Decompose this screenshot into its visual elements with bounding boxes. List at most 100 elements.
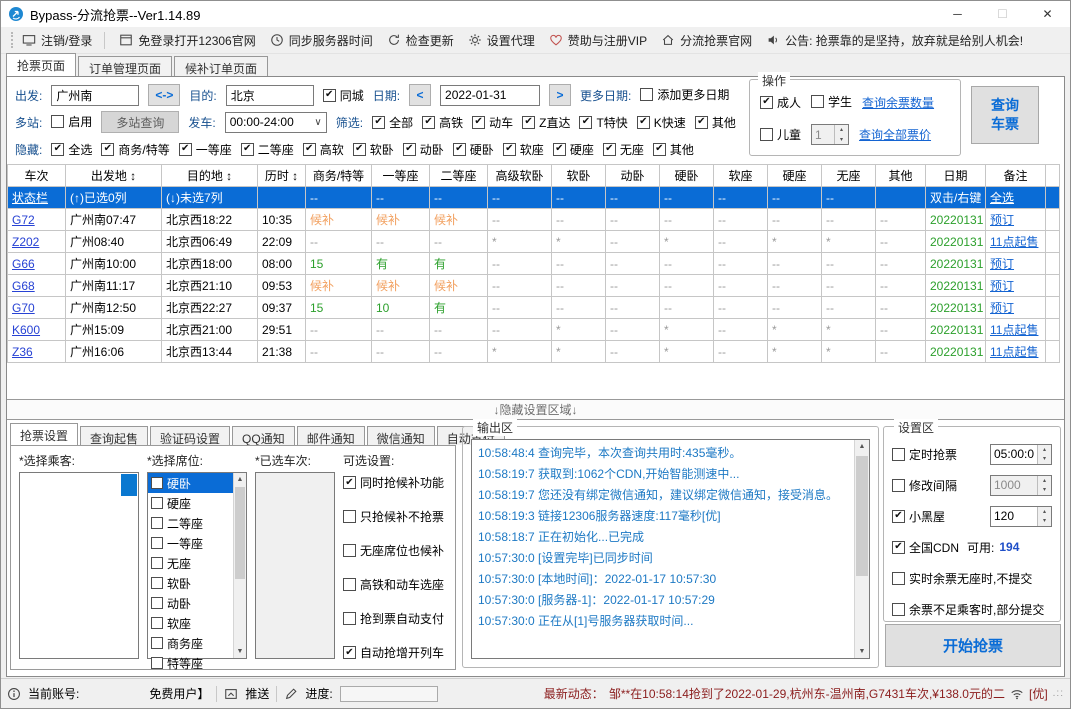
table-row[interactable]: Z36 广州16:06 北京西13:44 21:38 -- -- -- * * -- * -- * * --… (7, 340, 1060, 363)
column-header[interactable]: 硬卧 (659, 164, 714, 187)
dest-input[interactable] (225, 84, 314, 106)
train-type-checkbox[interactable]: ✔ 全部 (372, 114, 413, 131)
seat-option-二等座[interactable]: 二等座 (148, 513, 233, 533)
toolbar-item-clock[interactable]: 同步服务器时间 (270, 32, 373, 49)
scroll-thumb[interactable] (856, 456, 868, 576)
query-all-prices-link[interactable]: 查询全部票价 (859, 126, 931, 143)
spinner-down-icon[interactable]: ▾ (1038, 485, 1051, 495)
column-header[interactable]: 日期 (925, 164, 986, 187)
column-header[interactable]: 其他 (875, 164, 926, 187)
passenger-list-scroll-thumb[interactable] (121, 474, 137, 496)
output-scrollbar[interactable]: ▲ ▼ (854, 440, 869, 658)
table-cell[interactable]: 状态栏 (7, 186, 66, 209)
option-checkbox-无座席位也候补[interactable]: 无座席位也候补 (343, 542, 451, 559)
note-link[interactable]: 11点起售 (985, 340, 1046, 363)
column-header[interactable]: 二等座 (429, 164, 488, 187)
column-header[interactable]: 车次 (7, 164, 66, 187)
setting-checkbox-余票不足乘客时,部分提交[interactable]: 余票不足乘客时,部分提交 (892, 601, 1044, 618)
prev-date-button[interactable]: < (409, 84, 432, 106)
hide-seat-checkbox[interactable]: ✔ 全选 (51, 141, 92, 158)
column-header[interactable]: 动卧 (605, 164, 660, 187)
close-button[interactable]: ✕ (1025, 1, 1070, 27)
train-link[interactable]: G72 (7, 208, 66, 231)
train-link[interactable]: Z202 (7, 230, 66, 253)
tab-候补订单页面[interactable]: 候补订单页面 (174, 56, 269, 76)
setting-checkbox-定时抢票[interactable]: 定时抢票 (892, 446, 957, 463)
adult-checkbox[interactable]: ✔ 成人 (760, 94, 801, 111)
column-header[interactable]: 历时 ↕ (257, 164, 306, 187)
toolbar-item-refresh[interactable]: 检查更新 (387, 32, 454, 49)
setting-stepper-定时抢票[interactable]: ▴▾ (990, 443, 1052, 465)
minimize-button[interactable]: ─ (935, 1, 980, 27)
query-tickets-button[interactable]: 查询 车票 (971, 86, 1039, 144)
settings-tab-邮件通知[interactable]: 邮件通知 (296, 426, 365, 446)
toolbar-item-heart[interactable]: 赞助与注册VIP (549, 32, 647, 49)
hide-seat-checkbox[interactable]: ✔ 软卧 (352, 141, 394, 158)
train-link[interactable]: K600 (7, 318, 66, 341)
column-header[interactable]: 软座 (713, 164, 768, 187)
hide-seat-checkbox[interactable]: ✔ 二等座 (240, 141, 294, 158)
start-grabbing-button[interactable]: 开始抢票 (885, 624, 1061, 667)
note-link[interactable]: 11点起售 (985, 230, 1046, 253)
maximize-button[interactable]: ☐ (980, 1, 1025, 27)
seat-option-硬座[interactable]: 硬座 (148, 493, 233, 513)
column-header[interactable]: 商务/特等 (305, 164, 372, 187)
child-count-stepper[interactable]: ▴▾ (811, 124, 850, 145)
option-checkbox-自动抢增开列车[interactable]: ✔ 自动抢增开列车 (343, 644, 451, 661)
spinner-up-icon[interactable]: ▴ (1038, 476, 1051, 486)
table-row[interactable]: Z202 广州08:40 北京西06:49 22:09 -- -- -- * * -- * -- * * -… (7, 230, 1060, 253)
next-date-button[interactable]: > (549, 84, 572, 106)
scroll-down-icon[interactable]: ▼ (234, 645, 246, 658)
option-checkbox-只抢候补不抢票[interactable]: 只抢候补不抢票 (343, 508, 451, 525)
column-header[interactable]: 一等座 (371, 164, 430, 187)
same-city-checkbox[interactable]: ✔ 同城 (322, 87, 364, 104)
selected-trains-listbox[interactable] (255, 472, 335, 659)
multi-station-query-button[interactable]: 多站查询 (101, 111, 180, 133)
settings-tab-微信通知[interactable]: 微信通知 (366, 426, 435, 446)
note-link[interactable]: 全选 (985, 186, 1046, 209)
depart-time-combobox[interactable]: 00:00-24:00 ∨ (224, 111, 327, 133)
toolbar-item-home[interactable]: 分流抢票官网 (661, 32, 752, 49)
hide-seat-checkbox[interactable]: ✔ 动卧 (402, 141, 444, 158)
hide-seat-checkbox[interactable]: ✔ 商务/特等 (101, 141, 170, 158)
scroll-down-icon[interactable]: ▼ (855, 645, 869, 658)
column-header[interactable]: 硬座 (767, 164, 822, 187)
column-header[interactable]: 备注 (985, 164, 1046, 187)
train-link[interactable]: G70 (7, 296, 66, 319)
toolbar-item-speaker[interactable]: 公告: 抢票靠的是坚持，放弃就是给别人机会! (766, 32, 1023, 49)
swap-stations-button[interactable]: <-> (148, 84, 181, 106)
table-row[interactable]: G72 广州南07:47 北京西18:22 10:35 候补 候补 候补 -- -- -- -- --… (7, 208, 1060, 231)
settings-tab-查询起售[interactable]: 查询起售 (80, 426, 149, 446)
note-link[interactable]: 11点起售 (985, 318, 1046, 341)
seat-option-硬卧[interactable]: 硬卧 (148, 473, 233, 493)
train-type-checkbox[interactable]: ✔ 高铁 (422, 114, 463, 131)
spinner-down-icon[interactable]: ▾ (1038, 516, 1051, 526)
column-header[interactable]: 目的地 ↕ (161, 164, 258, 187)
train-type-checkbox[interactable]: ✔ T特快 (579, 114, 628, 131)
spinner-down-icon[interactable]: ▾ (1038, 454, 1051, 464)
spinner-up-icon[interactable]: ▴ (1038, 445, 1051, 455)
seat-option-无座[interactable]: 无座 (148, 553, 233, 573)
option-checkbox-抢到票自动支付[interactable]: 抢到票自动支付 (343, 610, 451, 627)
column-header[interactable]: 无座 (821, 164, 876, 187)
output-log[interactable]: 10:58:48:4 查询完毕，本次查询共用时:435毫秒。 10:58:19:7… (471, 439, 870, 659)
column-header[interactable]: 高级软卧 (487, 164, 552, 187)
tab-订单管理页面[interactable]: 订单管理页面 (78, 56, 173, 76)
spinner-up-icon[interactable]: ▴ (1038, 507, 1051, 517)
note-link[interactable]: 预订 (985, 274, 1046, 297)
train-type-checkbox[interactable]: ✔ 动车 (472, 114, 513, 131)
hide-seat-checkbox[interactable]: ✔ 无座 (602, 141, 644, 158)
setting-stepper-修改间隔[interactable]: ▴▾ (990, 474, 1052, 496)
seat-option-软座[interactable]: 软座 (148, 613, 233, 633)
push-label[interactable]: 推送 (245, 685, 269, 702)
seat-option-特等座[interactable]: 特等座 (148, 653, 233, 673)
option-checkbox-同时抢候补功能[interactable]: ✔ 同时抢候补功能 (343, 474, 451, 491)
note-link[interactable]: 预订 (985, 208, 1046, 231)
setting-checkbox-全国CDN[interactable]: ✔ 全国CDN (892, 539, 959, 556)
scroll-up-icon[interactable]: ▲ (234, 473, 246, 486)
toolbar-item-logout[interactable]: 注销/登录 (22, 31, 106, 49)
setting-checkbox-小黑屋[interactable]: ✔ 小黑屋 (892, 508, 945, 525)
seat-option-动卧[interactable]: 动卧 (148, 593, 233, 613)
train-type-checkbox[interactable]: ✔ K快速 (636, 114, 686, 131)
query-ticket-count-link[interactable]: 查询余票数量 (862, 94, 934, 111)
